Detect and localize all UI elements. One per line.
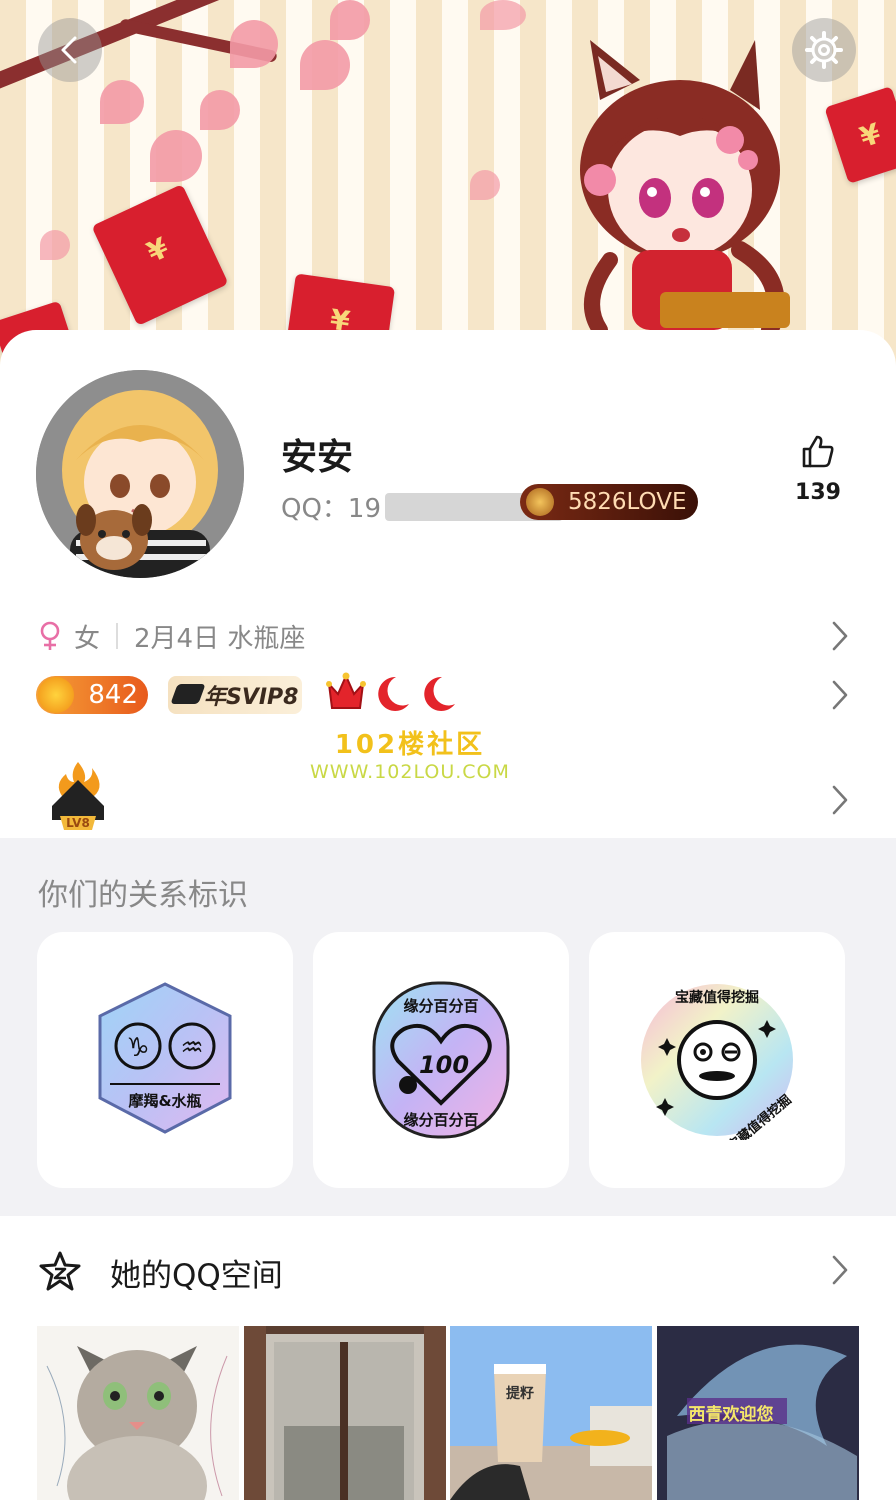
treasure-badge-top-label: 宝藏值得挖掘 [675,989,759,1006]
cat-drawing-image [37,1326,239,1500]
petal [480,0,526,30]
qzone-star-icon [39,1251,81,1291]
like-count: 139 [795,480,841,505]
chevron-left-icon [61,36,77,64]
svip-badge[interactable]: 年SVIP8 [168,676,302,714]
vip-badges-row[interactable]: 842 年SVIP8 [0,670,896,720]
avatar[interactable] [36,370,244,578]
zodiac-badge-label: 摩羯&水瓶 [128,1092,201,1110]
night-sculpture-caption: 西青欢迎您 [689,1404,774,1425]
relationship-badge-treasure[interactable]: 宝藏值得挖掘 宝藏值得挖掘 [589,932,845,1188]
treasure-face-badge-icon: 宝藏值得挖掘 宝藏值得挖掘 [641,984,795,1140]
avatar-illustration [36,370,244,578]
back-button[interactable] [38,18,102,82]
gear-icon [805,31,843,69]
chevron-right-icon [832,1255,848,1285]
zodiac-badge-icon: ♑ ♒ 摩羯&水瓶 [98,982,232,1134]
coin-badge[interactable]: 842 [36,676,148,714]
nickname: 安安 [281,437,354,478]
relationship-title: 你们的关系标识 [38,878,248,913]
match-badge-top-label: 缘分百分百 [403,997,478,1015]
basic-info-row[interactable]: 女 2月4日 水瓶座 [0,608,896,664]
relationship-badge-zodiac[interactable]: ♑ ♒ 摩羯&水瓶 [37,932,293,1188]
petal [300,40,350,90]
petal [40,230,70,260]
settings-button[interactable] [792,18,856,82]
crown-icon[interactable] [326,670,366,714]
love-badge[interactable]: 5826LOVE [520,484,698,520]
coin-icon [38,677,74,713]
catgirl-illustration [580,40,790,339]
love-badge-text: 5826LOVE [568,489,687,515]
qzone-photo-door[interactable] [244,1326,446,1500]
petal [330,0,370,40]
petal [470,170,500,200]
petal [230,20,278,68]
love-coin-icon [526,488,554,516]
qzone-label: 她的QQ空间 [110,1258,283,1294]
chevron-right-icon [832,621,848,651]
birthday-sign: 2月4日 水瓶座 [134,623,306,654]
qq-number-text: QQ：19 [281,494,382,524]
red-envelope [824,86,896,184]
petal [150,130,202,182]
profile-card: 安安 QQ：19 5826LOVE 139 女 2月4日 水瓶座 842 年SV… [0,330,896,840]
thumbs-up-icon [802,435,834,468]
profile-cover-banner[interactable] [0,0,896,380]
female-icon [40,621,60,650]
chevron-right-icon [832,785,848,815]
like-button[interactable]: 139 [786,434,850,505]
svg-text:♒: ♒ [180,1033,203,1063]
relationship-badge-match[interactable]: 缘分百分百 100 缘分百分百 [313,932,569,1188]
divider [116,623,119,649]
level-row[interactable]: LV8 [0,750,896,850]
qzone-entry[interactable]: 她的QQ空间 [0,1216,896,1326]
moon-icon[interactable] [372,674,412,714]
coffee-cup-caption: 提籽 [506,1385,534,1402]
qzone-photo-coffee[interactable]: 提籽 [450,1326,652,1500]
relationship-section: 你们的关系标识 ♑ ♒ 摩羯&水瓶 缘分百分百 100 缘分百分百 宝藏值得挖掘… [0,838,896,1216]
moon-icon[interactable] [418,674,458,714]
qzone-photo-night[interactable]: 西青欢迎您 [657,1326,859,1500]
petal [200,90,240,130]
qzone-photo-cat[interactable] [37,1326,239,1500]
svip-label: 年SVIP8 [204,685,299,710]
svip-wing-icon [170,684,206,704]
red-envelope [91,184,229,326]
gender-text: 女 [74,623,101,654]
door-image [244,1326,446,1500]
level-label: LV8 [66,816,90,830]
chevron-right-icon [832,680,848,710]
match-badge-bottom-label: 缘分百分百 [403,1111,478,1129]
coffee-cup-image: 提籽 [450,1326,652,1500]
level-badge-icon: LV8 [52,762,104,830]
svg-text:♑: ♑ [126,1033,149,1063]
night-sculpture-image: 西青欢迎您 [657,1326,859,1500]
petal [100,80,144,124]
coin-count: 842 [88,680,138,710]
match-badge-center-label: 100 [419,1051,469,1079]
heart-100-badge-icon: 缘分百分百 100 缘分百分百 [372,981,510,1139]
